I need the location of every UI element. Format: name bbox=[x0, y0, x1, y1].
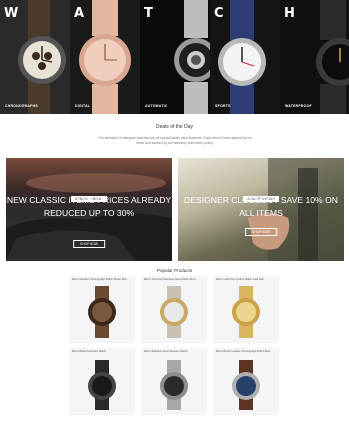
watch-icon bbox=[88, 360, 116, 410]
category-letter: C bbox=[214, 6, 224, 21]
category-caption: Chronographs bbox=[5, 104, 38, 108]
category-panel-sports[interactable]: C Sports bbox=[210, 0, 280, 114]
product-card[interactable]: Men's Two-Tone Stainless Steel Watch Sil… bbox=[141, 276, 207, 343]
category-letter: W bbox=[4, 6, 19, 21]
watch-icon bbox=[232, 360, 260, 410]
category-letter: T bbox=[144, 6, 153, 21]
category-panel-automatic[interactable]: T Automatic bbox=[140, 0, 210, 114]
watch-icon bbox=[160, 286, 188, 338]
product-card[interactable]: Men's Wooden Chronograph Watch Brown Dia… bbox=[69, 276, 135, 343]
category-panel-waterproof[interactable]: H Waterproof bbox=[280, 0, 349, 114]
watch-icon bbox=[160, 360, 188, 410]
category-letter: H bbox=[284, 6, 295, 21]
popular-products-heading: Popular Products bbox=[156, 268, 193, 273]
watch-icon bbox=[232, 286, 260, 338]
product-card[interactable]: Men's Stainless Steel Skeleton Watch bbox=[141, 348, 207, 415]
category-caption: Digital bbox=[75, 104, 91, 108]
category-panel-chronographs[interactable]: W Chronographs bbox=[0, 0, 70, 114]
promo-headline: New Classic Items Prices Already Reduced… bbox=[6, 195, 172, 218]
product-card[interactable]: Men's Brown Leather Chronograph Watch Bl… bbox=[213, 348, 279, 415]
deals-heading: Deals of the Day bbox=[156, 124, 193, 130]
deals-description: Our selection of designer watches are al… bbox=[98, 136, 252, 145]
category-letter: A bbox=[74, 6, 85, 21]
category-hero-strip: W Chronographs A Digital T Automatic bbox=[0, 0, 349, 114]
category-caption: Sports bbox=[215, 104, 231, 108]
shop-now-button[interactable]: Shop Now bbox=[73, 240, 105, 248]
category-caption: Waterproof bbox=[285, 104, 312, 108]
product-card[interactable]: Men's Gold-Tone Quartz Watch Gold Dial bbox=[213, 276, 279, 343]
category-panel-digital[interactable]: A Digital bbox=[70, 0, 140, 114]
promo-banner-classic[interactable]: Deal of the Day New Classic Items Prices… bbox=[6, 158, 172, 261]
promo-headline: Designer Closeout Save 10% On All Items bbox=[184, 195, 338, 218]
product-card[interactable]: Men's Black Automatic Watch bbox=[69, 348, 135, 415]
shop-now-button[interactable]: Shop Now bbox=[245, 228, 277, 236]
watch-icon bbox=[88, 286, 116, 338]
promo-banner-closeout[interactable]: Deal of the Day Designer Closeout Save 1… bbox=[178, 158, 344, 261]
category-caption: Automatic bbox=[145, 104, 168, 108]
